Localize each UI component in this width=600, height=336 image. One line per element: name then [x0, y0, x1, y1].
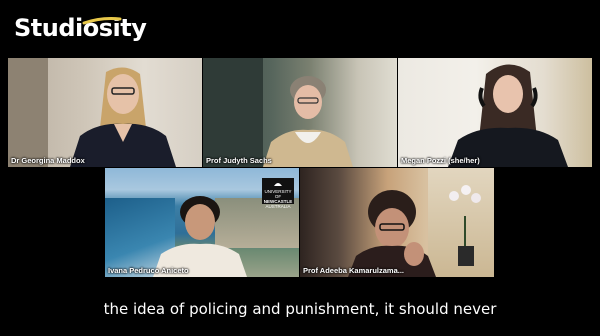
video-tile-ivana-pedruco-aniceto[interactable]: UNIVERSITY OF NEWCASTLE AUSTRALIA Ivana …	[105, 168, 299, 277]
studiosity-logo: Studiosity	[14, 14, 147, 42]
participant-video-figure	[448, 64, 568, 167]
participant-video-figure	[348, 190, 436, 277]
participant-name: Megan Pozzi (she/her)	[401, 156, 480, 165]
participant-name: Dr Georgina Maddox	[11, 156, 85, 165]
crest-icon	[274, 183, 282, 186]
participant-name: Prof Adeeba Kamarulzama...	[303, 266, 405, 275]
live-caption: the idea of policing and punishment, it …	[103, 300, 497, 318]
university-badge: UNIVERSITY OF NEWCASTLE AUSTRALIA	[262, 178, 294, 209]
badge-line-1: UNIVERSITY OF	[264, 189, 292, 199]
brand-name: Studiosity	[14, 14, 147, 42]
badge-line-3: AUSTRALIA	[265, 204, 291, 209]
logo-swoosh-icon	[82, 17, 122, 25]
participant-name: Prof Judyth Sachs	[206, 156, 272, 165]
video-tile-megan-pozzi[interactable]: Megan Pozzi (she/her)	[398, 58, 592, 167]
video-tile-judyth-sachs[interactable]: Prof Judyth Sachs	[203, 58, 397, 167]
participant-video-figure	[263, 76, 353, 167]
participant-video-figure	[153, 196, 247, 277]
participant-video-figure	[70, 67, 176, 167]
participant-name: Ivana Pedruco Aniceto	[108, 266, 189, 275]
video-tile-georgina-maddox[interactable]: Dr Georgina Maddox	[8, 58, 202, 167]
video-tile-adeeba-kamarulzaman[interactable]: Prof Adeeba Kamarulzama...	[300, 168, 494, 277]
wall-shadow	[8, 58, 48, 167]
